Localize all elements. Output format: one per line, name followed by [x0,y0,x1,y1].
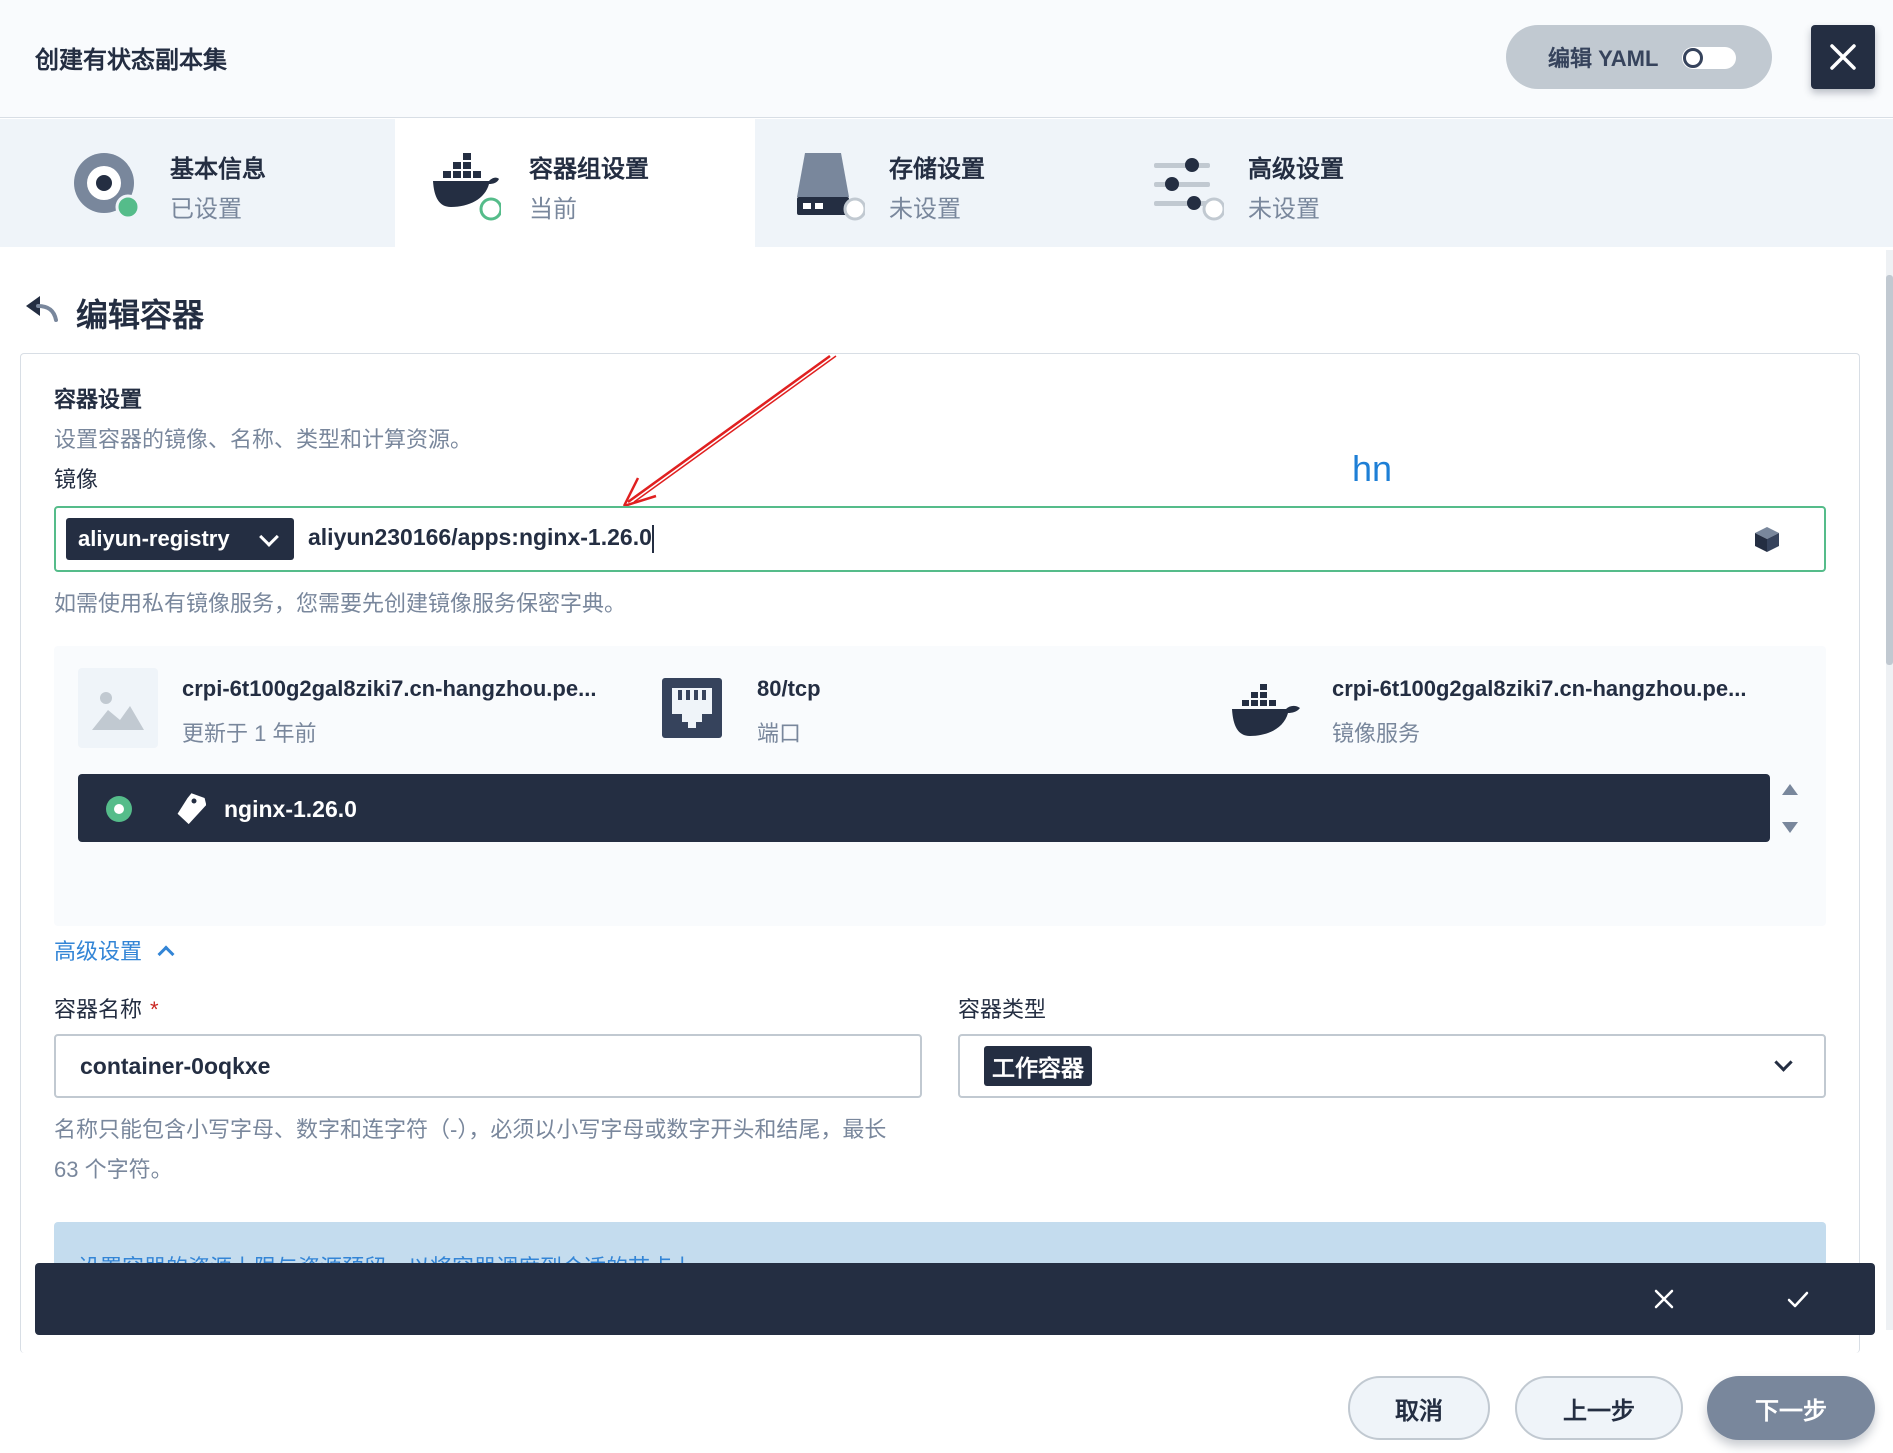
step-advanced[interactable]: 高级设置 未设置 [1114,119,1474,247]
docker-icon [1232,684,1300,736]
container-type-label: 容器类型 [958,997,1047,1022]
scrollbar-thumb[interactable] [1886,275,1893,665]
scroll-up-icon[interactable] [1782,784,1798,795]
container-type-select[interactable]: 工作容器 [958,1034,1826,1098]
scroll-down-icon[interactable] [1782,822,1798,833]
container-name-input[interactable]: container-0oqkxe [54,1034,922,1098]
registry-label: 镜像服务 [1332,721,1421,746]
step-status: 当前 [529,196,577,223]
docker-icon [433,153,501,221]
previous-step-button[interactable]: 上一步 [1515,1376,1683,1440]
image-placeholder-icon [78,668,158,748]
page-title: 编辑容器 [76,297,205,333]
back-arrow-icon[interactable] [24,290,60,326]
toggle-switch[interactable] [1682,47,1736,69]
step-basic-info[interactable]: 基本信息 已设置 [0,119,360,247]
image-info-card: crpi-6t100g2gal8ziki7.cn-hangzhou.pe... … [54,646,1826,926]
cancel-button[interactable]: 取消 [1348,1376,1490,1440]
advanced-settings-label: 高级设置 [54,939,143,964]
annotation-text: hn [1352,448,1393,489]
toggle-knob [1683,48,1703,68]
port-value: 80/tcp [757,676,821,701]
section-description: 设置容器的镜像、名称、类型和计算资源。 [54,427,473,452]
storage-icon [797,153,865,221]
image-input[interactable]: aliyun-registry aliyun230166/apps:nginx-… [54,506,1826,572]
edit-action-bar [35,1263,1875,1335]
registry-select[interactable]: aliyun-registry [66,518,294,560]
step-status: 已设置 [170,196,242,223]
registry-name: crpi-6t100g2gal8ziki7.cn-hangzhou.pe... [1332,676,1747,701]
image-name: crpi-6t100g2gal8ziki7.cn-hangzhou.pe... [182,676,597,701]
registry-value: aliyun-registry [78,526,230,551]
image-text: aliyun230166/apps:nginx-1.26.0 [308,524,652,550]
ethernet-port-icon [662,678,722,738]
confirm-edit-icon[interactable] [1784,1285,1812,1313]
port-label: 端口 [757,721,802,746]
image-updated: 更新于 1 年前 [182,721,317,746]
tag-label: nginx-1.26.0 [224,796,357,822]
next-step-button[interactable]: 下一步 [1707,1376,1875,1440]
section-title: 容器设置 [54,387,143,412]
step-bar: 基本信息 已设置 容器组设置 当前 存储设置 未设置 高级设置 未设置 [0,119,1893,247]
image-label: 镜像 [54,467,99,492]
image-value[interactable]: aliyun230166/apps:nginx-1.26.0 [308,524,654,553]
step-title: 存储设置 [889,156,985,183]
container-name-label: 容器名称 * [54,992,159,1024]
settings-icon [74,153,141,220]
container-name-label-text: 容器名称 [54,997,143,1022]
container-type-value: 工作容器 [984,1046,1092,1086]
cancel-edit-icon[interactable] [1650,1285,1678,1313]
advanced-settings-toggle[interactable]: 高级设置 [54,934,175,966]
step-container-group[interactable]: 容器组设置 当前 [395,119,755,247]
container-name-hint: 名称只能包含小写字母、数字和连字符（-），必须以小写字母或数字开头和结尾，最长 … [54,1117,887,1182]
close-icon [1830,44,1856,70]
text-caret [651,524,654,553]
modal-header: 创建有状态副本集 编辑 YAML [0,0,1893,118]
modal-title: 创建有状态副本集 [35,47,227,74]
image-hint: 如需使用私有镜像服务，您需要先创建镜像服务保密字典。 [54,591,627,616]
chevron-down-icon [259,527,279,547]
radio-selected-icon[interactable] [106,796,132,822]
step-title: 高级设置 [1248,156,1344,183]
chevron-down-icon [1774,1053,1793,1072]
step-title: 容器组设置 [529,156,649,183]
chevron-up-icon [157,945,175,963]
step-title: 基本信息 [170,156,266,183]
step-storage[interactable]: 存储设置 未设置 [755,119,1115,247]
tag-icon [177,793,206,825]
edit-yaml-toggle[interactable]: 编辑 YAML [1506,25,1772,89]
required-mark: * [150,997,159,1022]
step-status: 未设置 [1248,196,1320,223]
edit-yaml-label: 编辑 YAML [1548,46,1659,71]
tag-item-selected[interactable]: nginx-1.26.0 [78,774,1770,842]
cube-icon[interactable] [1752,524,1782,554]
step-status: 未设置 [889,196,961,223]
close-button[interactable] [1811,25,1875,89]
sliders-icon [1154,158,1224,221]
annotation-arrow [622,354,837,508]
